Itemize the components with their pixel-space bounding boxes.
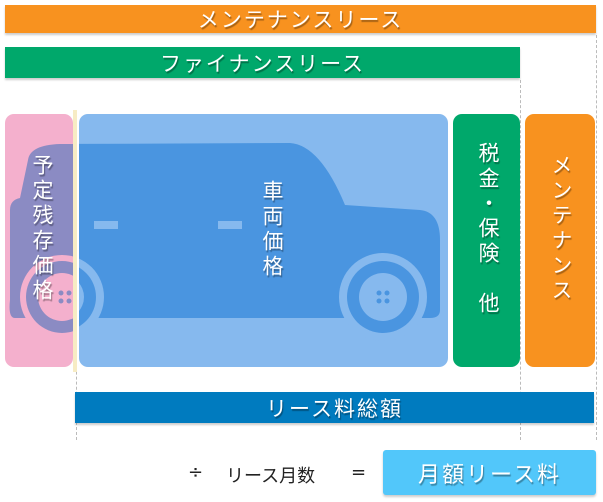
total-lease-fee-bar: リース料総額 — [75, 392, 594, 423]
residual-value-label: 予定残存価格 — [30, 154, 54, 304]
lease-months-label: リース月数 — [226, 466, 316, 487]
tax-insurance-label: 税金・保険 他 — [476, 142, 500, 317]
total-lease-fee-label: リース料総額 — [266, 396, 403, 421]
tax-insurance-box: 税金・保険 他 — [453, 114, 520, 367]
divide-sign: ÷ — [188, 462, 204, 483]
maintenance-label: メンテナンス — [549, 154, 573, 304]
lease-diagram: メンテナンスリース ファイナンスリース 予定残存価格 車両価格 税金・保険 他 … — [0, 0, 603, 502]
maintenance-box: メンテナンス — [525, 114, 595, 367]
equals-sign: = — [351, 462, 367, 483]
vehicle-price-label: 車両価格 — [260, 180, 284, 280]
monthly-fee-box: 月額リース料 — [383, 450, 596, 495]
monthly-fee-label: 月額リース料 — [418, 462, 561, 488]
